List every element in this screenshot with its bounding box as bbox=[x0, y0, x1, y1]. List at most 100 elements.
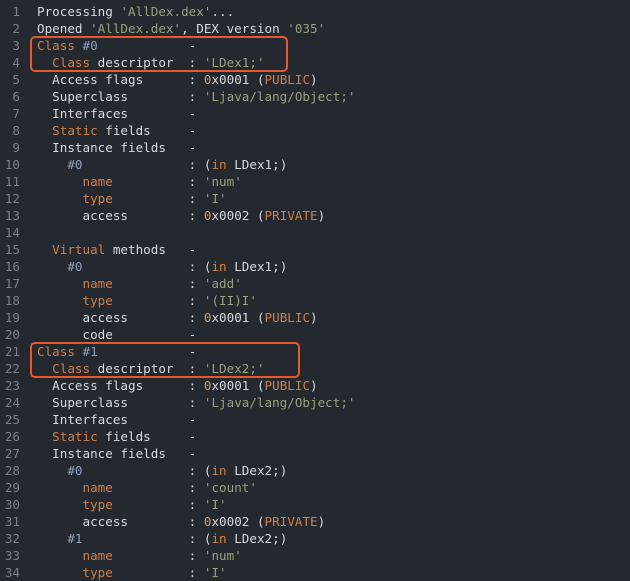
line-number: 3 bbox=[12, 38, 20, 53]
token: 'AllDex.dex' bbox=[90, 21, 182, 36]
code-line: 8 Static fields - bbox=[0, 122, 630, 139]
token: Access flags bbox=[52, 378, 144, 393]
code-line: 6 Superclass : 'Ljava/lang/Object;' bbox=[0, 88, 630, 105]
line-number: 32 bbox=[4, 531, 20, 546]
token: Superclass bbox=[52, 395, 128, 410]
value-token: LDex1;) bbox=[226, 157, 288, 172]
line-number: 33 bbox=[4, 548, 20, 563]
highlight-box-class-1 bbox=[30, 342, 300, 378]
value-token: x0001 ( bbox=[211, 378, 265, 393]
value-token: PRIVATE bbox=[264, 514, 318, 529]
token: Interfaces bbox=[52, 106, 128, 121]
padding bbox=[196, 259, 204, 274]
line-number: 7 bbox=[12, 106, 20, 121]
value-token: PUBLIC bbox=[264, 378, 311, 393]
line-number: 5 bbox=[12, 72, 20, 87]
code-text: name : 'count' bbox=[37, 479, 257, 496]
code-line: 20 code - bbox=[0, 326, 630, 343]
padding bbox=[113, 327, 189, 342]
padding bbox=[128, 514, 189, 529]
code-text: Access flags : 0x0001 (PUBLIC) bbox=[37, 71, 317, 88]
value-token: ) bbox=[310, 310, 318, 325]
line-number: 13 bbox=[4, 208, 20, 223]
value-token: LDex1;) bbox=[226, 259, 288, 274]
code-line: 29 name : 'count' bbox=[0, 479, 630, 496]
padding bbox=[196, 191, 204, 206]
line-number: 22 bbox=[4, 361, 20, 376]
value-token: 'I' bbox=[203, 565, 227, 580]
code-line: 12 type : 'I' bbox=[0, 190, 630, 207]
value-token: 'count' bbox=[203, 480, 257, 495]
separator: - bbox=[188, 412, 197, 427]
padding bbox=[196, 89, 204, 104]
value-token: ) bbox=[317, 514, 326, 529]
value-token: in bbox=[211, 259, 227, 274]
code-text: Superclass : 'Ljava/lang/Object;' bbox=[37, 394, 355, 411]
padding bbox=[143, 72, 189, 87]
value-token: in bbox=[211, 531, 227, 546]
value-token: 'I' bbox=[203, 191, 227, 206]
token: 'AllDex.dex' bbox=[120, 4, 212, 19]
value-token: x0001 ( bbox=[211, 72, 265, 87]
token: fields bbox=[97, 123, 151, 138]
code-line: 30 type : 'I' bbox=[0, 496, 630, 513]
line-number: 24 bbox=[4, 395, 20, 410]
token: name bbox=[82, 276, 113, 291]
token: type bbox=[82, 293, 113, 308]
code-text: access : 0x0001 (PUBLIC) bbox=[37, 309, 318, 326]
line-number: 15 bbox=[4, 242, 20, 257]
code-line: 7 Interfaces - bbox=[0, 105, 630, 122]
token: methods bbox=[105, 242, 166, 257]
code-text: Interfaces - bbox=[37, 105, 196, 122]
value-token: in bbox=[211, 157, 227, 172]
token: access bbox=[82, 208, 129, 223]
value-token: x0002 ( bbox=[211, 514, 265, 529]
token: Instance fields bbox=[52, 446, 166, 461]
padding bbox=[196, 565, 204, 580]
padding bbox=[113, 191, 189, 206]
token: #0 bbox=[67, 463, 83, 478]
padding bbox=[83, 531, 189, 546]
padding bbox=[128, 89, 189, 104]
line-number: 6 bbox=[12, 89, 20, 104]
code-line: 32 #1 : (in LDex2;) bbox=[0, 530, 630, 547]
code-line: 13 access : 0x0002 (PRIVATE) bbox=[0, 207, 630, 224]
token: name bbox=[82, 174, 113, 189]
padding bbox=[166, 242, 189, 257]
line-number: 30 bbox=[4, 497, 20, 512]
code-line: 31 access : 0x0002 (PRIVATE) bbox=[0, 513, 630, 530]
value-token: '(II)I' bbox=[203, 293, 257, 308]
code-line: 9 Instance fields - bbox=[0, 139, 630, 156]
padding bbox=[166, 140, 189, 155]
code-text: Interfaces - bbox=[37, 411, 196, 428]
line-number: 12 bbox=[4, 191, 20, 206]
value-token: LDex2;) bbox=[226, 531, 288, 546]
line-number: 2 bbox=[12, 21, 20, 36]
code-text: Processing 'AllDex.dex'... bbox=[37, 3, 234, 20]
line-number: 23 bbox=[4, 378, 20, 393]
code-text: access : 0x0002 (PRIVATE) bbox=[37, 207, 326, 224]
line-number: 21 bbox=[4, 344, 20, 359]
line-number: 9 bbox=[12, 140, 20, 155]
padding bbox=[83, 463, 189, 478]
token: fields bbox=[97, 429, 151, 444]
line-number: 31 bbox=[4, 514, 20, 529]
code-line: 15 Virtual methods - bbox=[0, 241, 630, 258]
line-number: 29 bbox=[4, 480, 20, 495]
padding bbox=[196, 72, 204, 87]
token: #1 bbox=[67, 531, 83, 546]
line-number: 1 bbox=[12, 4, 20, 19]
token: Static bbox=[52, 123, 98, 138]
